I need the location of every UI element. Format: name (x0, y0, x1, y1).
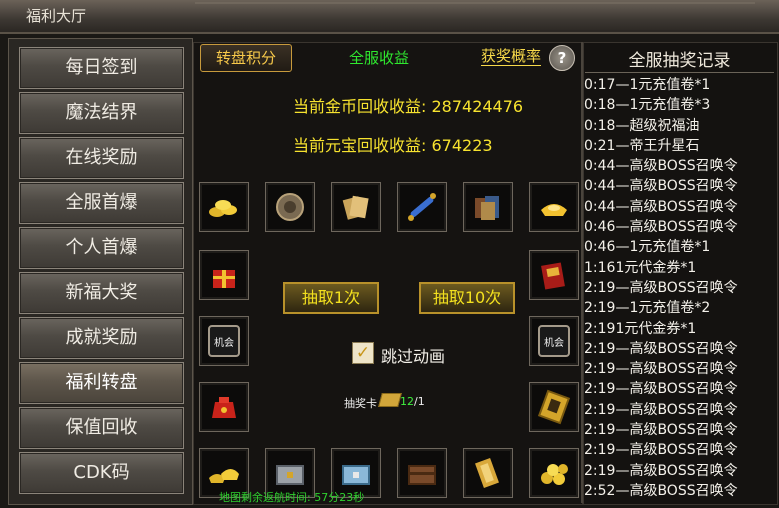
lottery-card-label: 抽奖卡 (344, 397, 377, 410)
nav-magic-barrier[interactable]: 魔法结界 (19, 92, 184, 134)
record-item: 2:191元代金券*1 (584, 320, 697, 337)
gold-coins-icon[interactable] (199, 182, 249, 232)
title-bar: 福利大厅 (0, 0, 779, 34)
yuanbao-income-text: 当前元宝回收收益: 674223 (293, 136, 493, 155)
map-return-timer: 地图剩余返航时间: 57分23秒 (219, 491, 365, 504)
nav-server-first-drop[interactable]: 全服首爆 (19, 182, 184, 224)
nav-daily-checkin[interactable]: 每日签到 (19, 47, 184, 89)
record-item: 0:46—高级BOSS召唤令 (584, 219, 738, 236)
svg-text:机会: 机会 (544, 336, 564, 349)
sidebar: 每日签到 魔法结界 在线奖励 全服首爆 个人首爆 新福大奖 成就奖励 福利转盘 … (8, 38, 193, 505)
title-ornament (195, 2, 755, 31)
red-gift-box-icon[interactable] (199, 250, 249, 300)
nav-value-recycle[interactable]: 保值回收 (19, 407, 184, 449)
gold-scroll-icon[interactable] (463, 448, 513, 498)
nav-achievement-reward[interactable]: 成就奖励 (19, 317, 184, 359)
coin-pile-icon[interactable] (529, 448, 579, 498)
record-item: 1:161元代金券*1 (584, 259, 697, 276)
record-item: 2:19—1元充值卷*2 (584, 300, 711, 317)
draw-record-list[interactable]: 0:17—1元充值卷*1 0:18—1元充值卷*3 0:18—超级祝福油 0:2… (584, 75, 778, 501)
nav-personal-first-drop[interactable]: 个人首爆 (19, 227, 184, 269)
record-item: 2:19—高级BOSS召唤令 (584, 422, 738, 439)
record-item: 0:17—1元充值卷*1 (584, 77, 711, 93)
scroll-bundle-icon[interactable] (331, 182, 381, 232)
red-book-icon[interactable] (529, 250, 579, 300)
svg-text:机会: 机会 (214, 336, 234, 349)
gold-treasure-card-icon[interactable] (529, 382, 579, 432)
lottery-card-icon (378, 393, 402, 407)
record-item: 2:19—高级BOSS召唤令 (584, 401, 738, 418)
wooden-chest-icon[interactable] (397, 448, 447, 498)
server-income-label: 全服收益 (349, 49, 410, 67)
record-item: 2:19—高级BOSS召唤令 (584, 279, 738, 296)
wheel-points-button[interactable]: 转盘积分 (200, 44, 292, 72)
card-current-count: 12 (400, 395, 414, 408)
record-item: 2:19—高级BOSS召唤令 (584, 462, 738, 479)
record-item: 0:44—高级BOSS召唤令 (584, 158, 738, 175)
book-set-icon[interactable] (463, 182, 513, 232)
draw-record-title: 全服抽奖记录 (628, 51, 731, 71)
window-title: 福利大厅 (26, 7, 87, 25)
record-item: 0:21—帝王升星石 (584, 137, 700, 154)
record-item: 0:44—高级BOSS召唤令 (584, 178, 738, 195)
gold-ingot-icon[interactable] (529, 182, 579, 232)
lottery-card-count: 12/1 (400, 395, 425, 408)
nav-welfare-wheel[interactable]: 福利转盘 (19, 362, 184, 404)
skip-animation-label: 跳过动画 (381, 347, 446, 366)
medallion-icon[interactable] (265, 182, 315, 232)
chance-icon[interactable]: 机会 (529, 316, 579, 366)
draw-once-button[interactable]: 抽取1次 (283, 282, 379, 314)
help-icon[interactable]: ? (549, 45, 575, 71)
skip-animation-checkbox[interactable]: ✓ (352, 342, 374, 364)
draw-ten-button[interactable]: 抽取10次 (419, 282, 515, 314)
record-item: 2:19—高级BOSS召唤令 (584, 340, 738, 357)
blue-scroll-icon[interactable] (397, 182, 447, 232)
red-pouch-icon[interactable] (199, 382, 249, 432)
record-item: 0:18—超级祝福油 (584, 117, 700, 134)
record-item: 2:52—高级BOSS召唤令 (584, 482, 738, 499)
card-total-count: /1 (414, 395, 425, 408)
chance-icon[interactable]: 机会 (199, 316, 249, 366)
nav-new-grand-prize[interactable]: 新福大奖 (19, 272, 184, 314)
record-item: 0:18—1元充值卷*3 (584, 97, 711, 114)
record-item: 0:44—高级BOSS召唤令 (584, 198, 738, 215)
nav-online-reward[interactable]: 在线奖励 (19, 137, 184, 179)
record-item: 2:19—高级BOSS召唤令 (584, 361, 738, 378)
record-item: 2:19—高级BOSS召唤令 (584, 381, 738, 398)
nav-cdk-code[interactable]: CDK码 (19, 452, 184, 494)
record-item: 2:19—高级BOSS召唤令 (584, 442, 738, 459)
gold-income-text: 当前金币回收收益: 287424476 (293, 97, 524, 116)
record-item: 0:46—1元充值卷*1 (584, 239, 711, 256)
prize-rate-link[interactable]: 获奖概率 (481, 47, 542, 66)
draw-record-divider (585, 72, 774, 73)
